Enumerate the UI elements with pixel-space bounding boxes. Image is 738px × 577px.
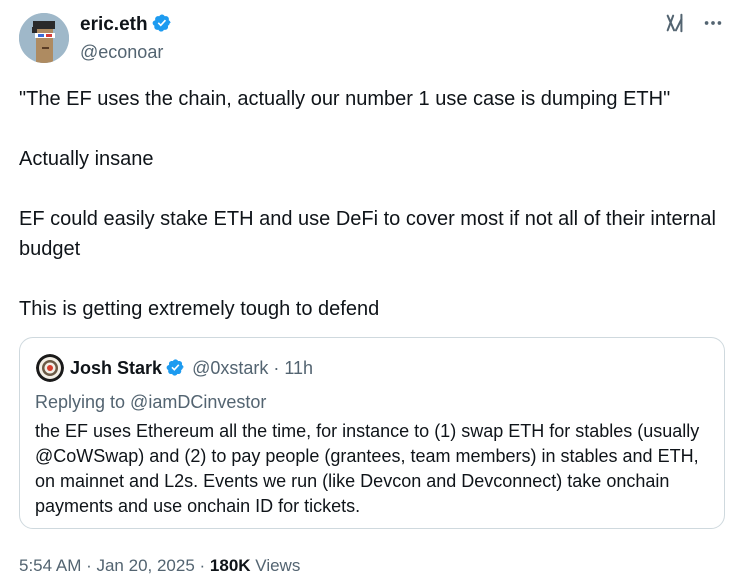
target-avatar-image (36, 354, 64, 382)
quoted-handle-time: @0xstark · 11h (192, 358, 314, 378)
meta-separator: · (194, 556, 210, 575)
views-count: 180K (209, 556, 251, 575)
tweet-meta: 5:54 AM · Jan 20, 2025 · 180K Views (19, 555, 300, 577)
tweet-top-actions (664, 12, 724, 34)
author-name-row[interactable]: eric.eth (80, 13, 172, 37)
verified-badge-icon (152, 14, 171, 32)
tweet-text: "The EF uses the chain, actually our num… (19, 84, 719, 324)
quoted-replying-to: Replying to @iamDCinvestor (35, 392, 267, 412)
quoted-author-name: Josh Stark (70, 358, 163, 378)
cryptopunk-avatar-image (19, 13, 69, 63)
grok-icon[interactable] (664, 12, 686, 34)
author-name[interactable]: eric.eth (80, 14, 148, 35)
quoted-tweet[interactable]: Josh Stark @0xstark · 11h Replying to @i… (19, 337, 725, 529)
tweet-paragraph-3: EF could easily stake ETH and use DeFi t… (19, 208, 722, 260)
tweet-paragraph-1: "The EF uses the chain, actually our num… (19, 88, 671, 110)
tweet-paragraph-4: This is getting extremely tough to defen… (19, 298, 380, 320)
quoted-text: the EF uses Ethereum all the time, for i… (35, 421, 700, 516)
verified-badge-icon (166, 359, 184, 376)
author-handle[interactable]: @econoar (80, 40, 163, 64)
quoted-header: Josh Stark @0xstark · 11h (70, 357, 313, 379)
tweet-timestamp[interactable]: 5:54 AM · Jan 20, 2025 (19, 556, 195, 575)
more-options-icon[interactable] (702, 12, 724, 34)
tweet-paragraph-2: Actually insane (19, 148, 154, 170)
quoted-author-avatar (36, 354, 64, 382)
views-label: Views (255, 556, 301, 575)
author-avatar[interactable] (19, 13, 69, 63)
